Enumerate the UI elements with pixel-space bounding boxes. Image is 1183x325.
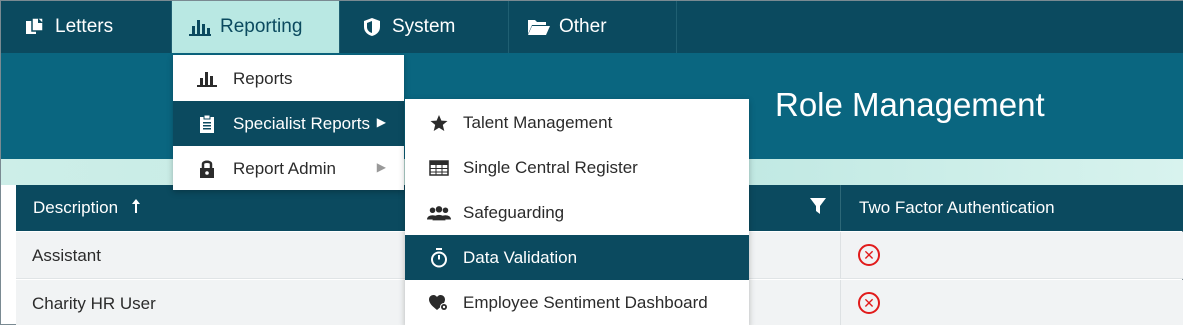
nav-label: Other: [559, 16, 607, 37]
menu-item-employee-sentiment-dashboard[interactable]: Employee Sentiment Dashboard: [405, 280, 749, 325]
letters-icon: [23, 16, 47, 38]
star-icon: [427, 113, 451, 133]
menu-item-single-central-register[interactable]: Single Central Register: [405, 145, 749, 190]
menu-item-specialist-reports[interactable]: Specialist Reports ▶: [173, 101, 404, 146]
nav-tab-other[interactable]: Other: [509, 1, 677, 53]
clipboard-icon: [195, 114, 219, 134]
nav-tab-letters[interactable]: Letters: [1, 1, 172, 53]
column-header-description[interactable]: Description: [33, 198, 141, 218]
shield-icon: [360, 16, 384, 38]
top-nav: Letters Reporting System Other: [1, 1, 1183, 53]
nav-label: System: [392, 16, 456, 37]
page-title: Role Management: [775, 86, 1045, 123]
menu-item-data-validation[interactable]: Data Validation: [405, 235, 749, 280]
column-divider: [840, 280, 841, 325]
table-icon: [427, 158, 451, 178]
cell-description: Assistant: [32, 246, 101, 265]
nav-label: Letters: [55, 16, 114, 37]
lock-icon: [195, 159, 219, 179]
disabled-x-icon: ✕: [858, 292, 880, 314]
filter-icon[interactable]: [809, 197, 827, 220]
menu-item-label: Safeguarding: [463, 202, 565, 222]
cell-description: Charity HR User: [32, 294, 156, 313]
nav-tab-system[interactable]: System: [340, 1, 509, 53]
cell-two-factor: ✕: [858, 244, 880, 266]
column-divider: [840, 185, 841, 231]
column-divider: [840, 232, 841, 279]
menu-item-label: Data Validation: [463, 247, 578, 267]
specialist-reports-submenu: Talent Management Single Central Registe…: [405, 99, 749, 325]
cell-two-factor: ✕: [858, 292, 880, 314]
chevron-right-icon: ▶: [376, 160, 386, 174]
menu-item-label: Specialist Reports: [233, 113, 371, 133]
chevron-right-icon: ▶: [376, 115, 386, 129]
users-icon: [427, 203, 451, 223]
menu-item-safeguarding[interactable]: Safeguarding: [405, 190, 749, 235]
menu-item-label: Single Central Register: [463, 157, 638, 177]
menu-item-reports[interactable]: Reports: [173, 56, 404, 101]
reporting-dropdown-menu: Reports Specialist Reports ▶ Report Admi…: [173, 55, 404, 190]
menu-item-report-admin[interactable]: Report Admin ▶: [173, 146, 404, 191]
menu-item-label: Talent Management: [463, 112, 613, 132]
heart-gear-icon: [427, 293, 451, 313]
column-header-two-factor[interactable]: Two Factor Authentication: [859, 198, 1055, 218]
disabled-x-icon: ✕: [858, 244, 880, 266]
menu-item-talent-management[interactable]: Talent Management: [405, 100, 749, 145]
menu-item-label: Report Admin: [233, 158, 336, 178]
menu-item-label: Employee Sentiment Dashboard: [463, 292, 708, 312]
menu-item-label: Reports: [233, 68, 293, 88]
nav-label: Reporting: [220, 16, 303, 37]
stopwatch-icon: [427, 247, 451, 268]
sort-ascending-icon: [131, 198, 141, 218]
nav-tab-reporting[interactable]: Reporting: [172, 1, 340, 53]
folder-icon: [527, 16, 551, 38]
bar-chart-icon: [195, 69, 219, 89]
bar-chart-icon: [188, 16, 212, 38]
